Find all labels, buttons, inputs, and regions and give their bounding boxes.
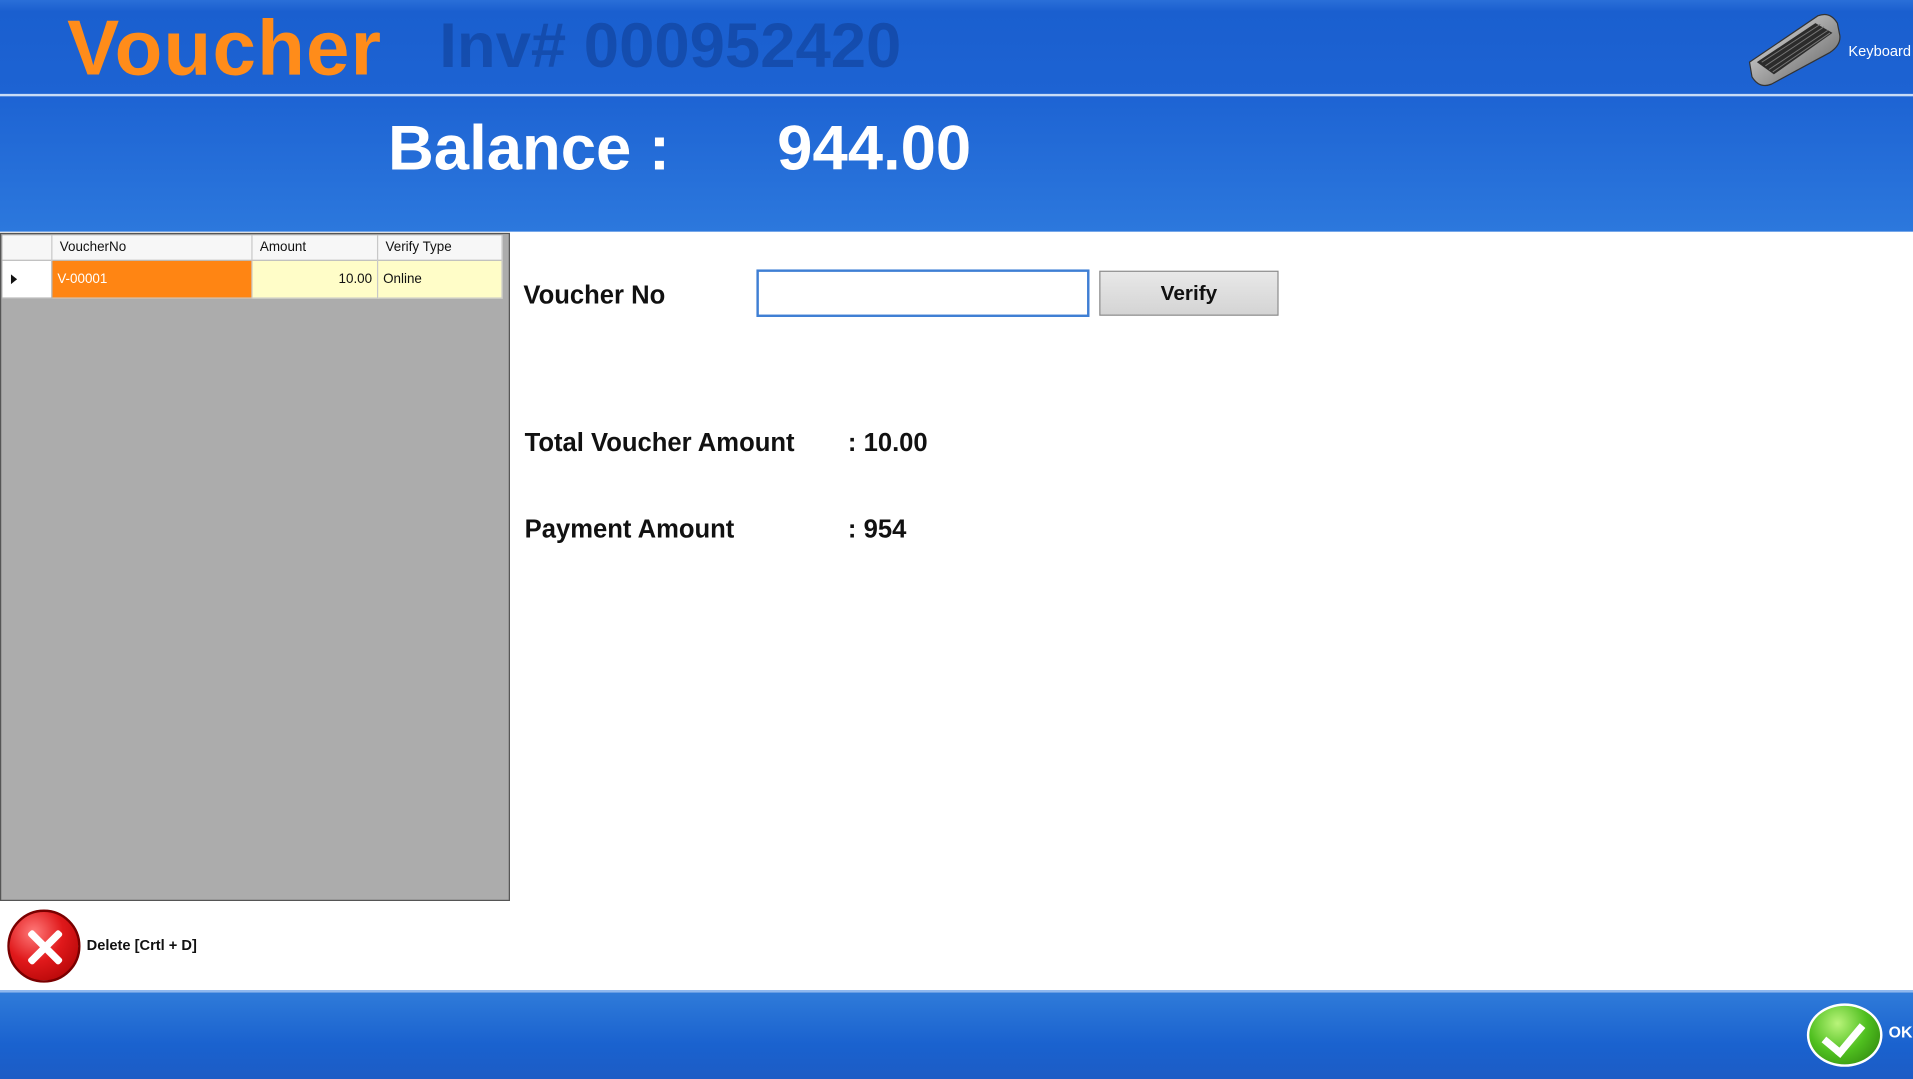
header-bar: Voucher Inv# 000952420 Balance : 944.00 …: [0, 0, 1913, 232]
verify-button[interactable]: Verify: [1099, 270, 1279, 316]
voucher-grid[interactable]: VoucherNo Amount Verify Type V-00001 10.…: [0, 232, 510, 901]
voucher-no-input[interactable]: [756, 269, 1090, 317]
cell-verify-type[interactable]: Online: [378, 260, 503, 299]
page-title: Voucher: [67, 3, 383, 92]
ok-button[interactable]: OK: [1803, 1002, 1913, 1070]
keyboard-button[interactable]: Keyboard: [1742, 6, 1913, 89]
cell-amount[interactable]: 10.00: [252, 260, 379, 299]
grid-corner: [2, 235, 53, 261]
column-header-voucherno[interactable]: VoucherNo: [52, 235, 253, 261]
total-voucher-amount-label: Total Voucher Amount: [524, 429, 795, 458]
checkmark-icon: [1806, 1003, 1883, 1067]
header-divider: [0, 93, 1913, 97]
balance-value: 944.00: [777, 113, 972, 185]
grid-header: VoucherNo Amount Verify Type: [2, 235, 503, 261]
delete-label: Delete [Crtl + D]: [86, 936, 197, 954]
keyboard-icon: [1748, 13, 1841, 87]
background-invoice-number: Inv# 000952420: [439, 10, 902, 82]
column-header-verify-type[interactable]: Verify Type: [378, 235, 503, 261]
row-selector-icon[interactable]: [2, 260, 53, 299]
delete-button[interactable]: Delete [Crtl + D]: [5, 908, 249, 984]
table-row[interactable]: V-00001 10.00 Online: [2, 260, 503, 299]
footer-bar: [0, 989, 1913, 1079]
balance-label: Balance :: [387, 113, 671, 185]
total-voucher-amount-value: : 10.00: [847, 429, 928, 458]
cell-voucher-no[interactable]: V-00001: [52, 260, 253, 299]
keyboard-label: Keyboard: [1848, 42, 1912, 60]
ok-label: OK: [1888, 1022, 1913, 1042]
close-icon: [7, 909, 81, 983]
payment-amount-value: : 954: [847, 515, 907, 544]
voucher-no-label: Voucher No: [523, 281, 666, 310]
column-header-amount[interactable]: Amount: [253, 235, 379, 261]
payment-amount-label: Payment Amount: [524, 515, 735, 544]
